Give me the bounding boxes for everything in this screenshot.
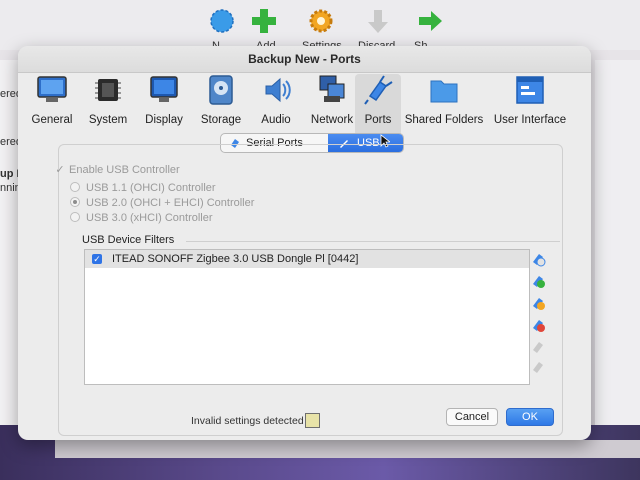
dock-strip xyxy=(55,440,640,458)
usb-filters-heading: USB Device Filters xyxy=(82,234,175,246)
radio-selected-icon xyxy=(70,197,80,207)
category-label: Audio xyxy=(261,114,291,126)
category-user-interface[interactable]: User Interface xyxy=(493,74,567,136)
category-label: User Interface xyxy=(493,114,567,126)
show-arrow-icon[interactable] xyxy=(415,6,445,36)
move-up-filter-icon[interactable] xyxy=(530,339,546,355)
move-down-filter-icon[interactable] xyxy=(530,359,546,375)
discard-arrow-icon[interactable] xyxy=(363,6,393,36)
category-label: Network xyxy=(310,114,354,126)
usb20-radio[interactable]: USB 2.0 (OHCI + EHCI) Controller xyxy=(70,197,254,209)
category-label: General xyxy=(31,114,73,126)
status-message: Invalid settings detected xyxy=(191,415,304,427)
enable-usb-checkbox[interactable]: ✓ Enable USB Controller xyxy=(55,163,180,176)
category-label: Shared Folders xyxy=(404,114,484,126)
category-label: Display xyxy=(145,114,183,126)
category-ports[interactable]: Ports xyxy=(355,74,401,136)
radio-icon xyxy=(70,182,80,192)
usb11-label: USB 1.1 (OHCI) Controller xyxy=(86,182,216,194)
category-network[interactable]: Network xyxy=(302,74,362,136)
category-audio[interactable]: Audio xyxy=(250,74,302,136)
add-icon[interactable] xyxy=(249,6,279,36)
edit-filter-icon[interactable] xyxy=(530,295,546,311)
chip-icon xyxy=(95,79,121,101)
usb20-label: USB 2.0 (OHCI + EHCI) Controller xyxy=(86,197,255,209)
category-shared-folders[interactable]: Shared Folders xyxy=(404,74,484,136)
folder-icon xyxy=(430,80,458,103)
usb11-radio[interactable]: USB 1.1 (OHCI) Controller xyxy=(70,182,216,194)
warning-icon[interactable] xyxy=(305,413,320,428)
filter-name: ITEAD SONOFF Zigbee 3.0 USB Dongle Pl [0… xyxy=(112,253,359,265)
section-divider xyxy=(186,241,560,242)
checkmark-icon: ✓ xyxy=(55,164,65,176)
add-empty-filter-icon[interactable] xyxy=(530,251,546,267)
display-monitor-icon xyxy=(150,76,178,102)
category-label: Storage xyxy=(200,114,242,126)
main-toolbar: N Add Settings Discard Sh xyxy=(0,0,640,52)
speaker-icon xyxy=(265,77,291,103)
details-panel xyxy=(595,60,640,440)
add-device-filter-icon[interactable] xyxy=(530,273,546,289)
new-icon[interactable] xyxy=(207,6,237,36)
cancel-button[interactable]: Cancel xyxy=(446,408,498,426)
category-general[interactable]: General xyxy=(24,74,80,136)
category-label: System xyxy=(88,114,128,126)
window-icon xyxy=(516,76,544,104)
usb-filter-list[interactable]: ✓ ITEAD SONOFF Zigbee 3.0 USB Dongle Pl … xyxy=(84,249,530,385)
general-monitor-icon xyxy=(37,76,67,102)
ok-button[interactable]: OK xyxy=(506,408,554,426)
category-system[interactable]: System xyxy=(80,74,136,136)
radio-icon xyxy=(70,212,80,222)
category-storage[interactable]: Storage xyxy=(192,74,250,136)
remove-filter-icon[interactable] xyxy=(530,317,546,333)
category-display[interactable]: Display xyxy=(136,74,192,136)
settings-dialog: Backup New - Ports General System Displa… xyxy=(18,46,591,440)
settings-gear-icon[interactable] xyxy=(306,6,336,36)
dialog-title: Backup New - Ports xyxy=(18,46,591,73)
category-label: Ports xyxy=(364,114,392,126)
table-row[interactable]: ✓ ITEAD SONOFF Zigbee 3.0 USB Dongle Pl … xyxy=(85,250,529,268)
usb30-label: USB 3.0 (xHCI) Controller xyxy=(86,212,213,224)
ports-plug-icon xyxy=(364,75,393,105)
network-icon xyxy=(319,75,345,102)
hard-disk-icon xyxy=(209,75,233,105)
usb30-radio[interactable]: USB 3.0 (xHCI) Controller xyxy=(70,212,213,224)
enable-usb-label: Enable USB Controller xyxy=(69,164,180,176)
filter-checkbox[interactable]: ✓ xyxy=(92,254,102,264)
